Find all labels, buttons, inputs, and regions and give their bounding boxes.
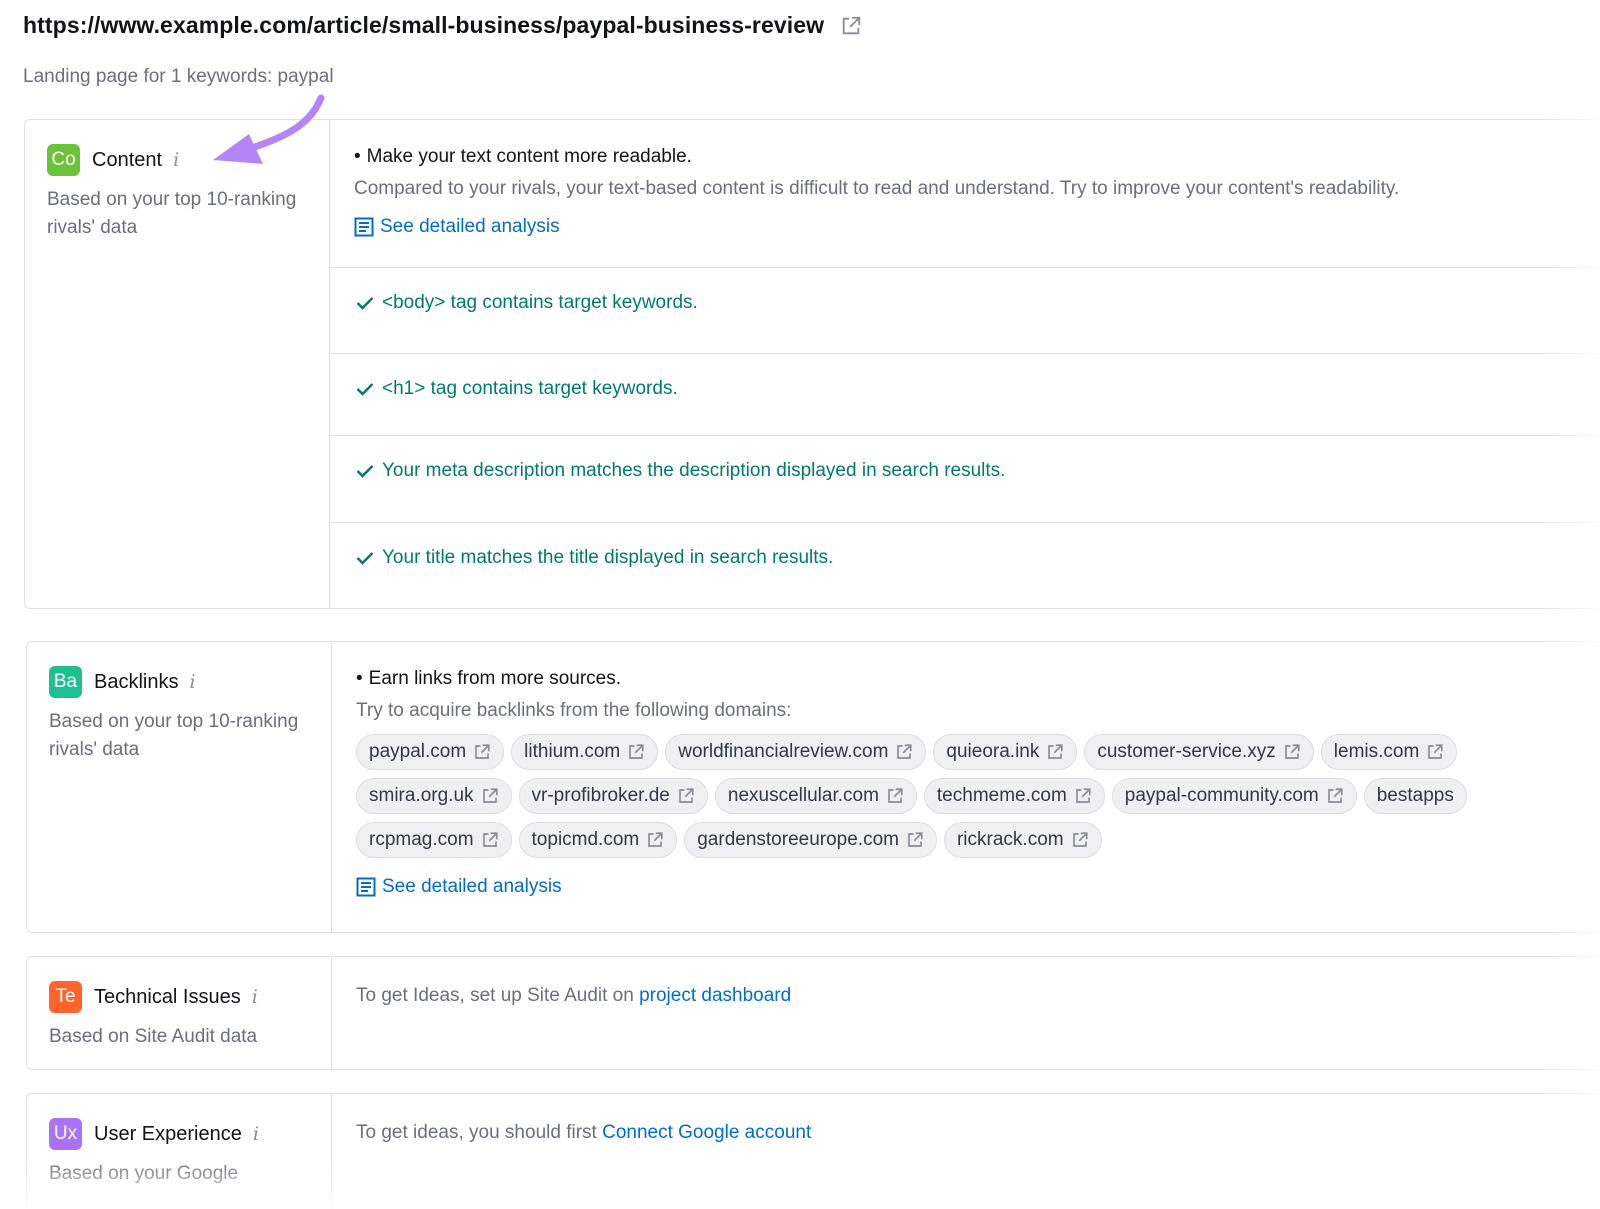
external-link-icon xyxy=(1284,744,1300,759)
external-link-icon xyxy=(1048,744,1063,759)
info-icon[interactable]: i xyxy=(189,671,195,693)
domain-chip[interactable]: vr-profibroker.de xyxy=(518,778,708,814)
domain-chip-row: rcpmag.com topicmd.com gardenstoreeurope… xyxy=(356,822,1600,858)
domain-chip[interactable]: nexuscellular.com xyxy=(714,778,917,814)
check-item: <h1> tag contains target keywords. xyxy=(330,354,1600,436)
technical-category-name: Technical Issues xyxy=(94,985,241,1008)
idea-description: Compared to your rivals, your text-based… xyxy=(354,178,1400,199)
info-icon[interactable]: i xyxy=(173,149,179,171)
domain-chip[interactable]: gardenstoreeurope.com xyxy=(684,822,937,858)
check-item: <body> tag contains target keywords. xyxy=(330,268,1600,354)
info-icon[interactable]: i xyxy=(253,1123,259,1145)
see-detailed-analysis-link[interactable]: See detailed analysis xyxy=(354,216,1600,238)
idea-description: Try to acquire backlinks from the follow… xyxy=(356,700,792,721)
external-link-icon xyxy=(648,832,663,847)
google-connect-message: To get ideas, you should first Connect G… xyxy=(356,1122,812,1143)
external-link-icon xyxy=(897,744,912,759)
annotation-arrow xyxy=(213,94,325,164)
ux-badge: Ux xyxy=(49,1118,82,1150)
domain-chip[interactable]: paypal-community.com xyxy=(1111,778,1357,814)
see-detailed-analysis-link[interactable]: See detailed analysis xyxy=(356,876,1600,898)
technical-ideas: To get Ideas, set up Site Audit on proje… xyxy=(332,957,1600,1069)
backlinks-badge: Ba xyxy=(49,666,82,698)
content-idea-readability: Make your text content more readable. Co… xyxy=(330,120,1600,268)
content-card: Co Content i Based on your top 10-rankin… xyxy=(24,119,1600,609)
external-link-icon xyxy=(1072,832,1088,847)
domain-chip[interactable]: lemis.com xyxy=(1320,734,1458,770)
site-audit-message: To get Ideas, set up Site Audit on proje… xyxy=(356,985,792,1006)
domain-chip-row: smira.org.uk vr-profibroker.de nexuscell… xyxy=(356,778,1600,814)
content-category-desc: Based on your top 10-ranking rivals' dat… xyxy=(47,189,297,238)
external-link-icon xyxy=(1327,788,1343,803)
document-icon xyxy=(354,217,374,237)
domain-chip[interactable]: techmeme.com xyxy=(923,778,1105,814)
check-icon xyxy=(356,465,374,478)
idea-title: Earn links from more sources. xyxy=(356,668,1600,690)
check-item: Your meta description matches the descri… xyxy=(330,436,1600,523)
backlinks-card: Ba Backlinks i Based on your top 10-rank… xyxy=(26,641,1600,933)
ux-category-name: User Experience xyxy=(94,1122,242,1145)
connect-google-account-link[interactable]: Connect Google account xyxy=(602,1122,811,1143)
backlinks-ideas: Earn links from more sources. Try to acq… xyxy=(332,642,1600,932)
backlinks-category-desc: Based on your top 10-ranking rivals' dat… xyxy=(49,711,299,760)
external-link-icon xyxy=(482,788,498,803)
domain-chip[interactable]: topicmd.com xyxy=(518,822,678,858)
external-link-icon xyxy=(679,788,694,803)
check-icon xyxy=(356,552,374,565)
technical-category-desc: Based on Site Audit data xyxy=(49,1026,258,1047)
domain-chip[interactable]: customer-service.xyz xyxy=(1084,734,1314,770)
domain-chip[interactable]: bestapps xyxy=(1363,778,1467,814)
external-link-icon[interactable] xyxy=(840,15,862,37)
external-link-icon xyxy=(1428,744,1443,759)
check-icon xyxy=(356,383,374,396)
landing-page-subtitle: Landing page for 1 keywords: paypal xyxy=(23,66,334,87)
domain-chip[interactable]: smira.org.uk xyxy=(356,778,512,814)
document-icon xyxy=(356,877,376,897)
external-link-icon xyxy=(888,788,903,803)
check-icon xyxy=(356,297,374,310)
page-url: https://www.example.com/article/small-bu… xyxy=(23,12,825,38)
domain-chip[interactable]: quieora.ink xyxy=(933,734,1078,770)
domain-chip[interactable]: lithium.com xyxy=(511,734,659,770)
check-item: Your title matches the title displayed i… xyxy=(330,523,1600,609)
external-link-icon xyxy=(1075,788,1091,803)
ux-category-panel: Ux User Experience i Based on your Googl… xyxy=(27,1094,332,1209)
domain-chip[interactable]: rickrack.com xyxy=(943,822,1102,858)
external-link-icon xyxy=(908,832,923,847)
external-link-icon xyxy=(475,744,490,759)
info-icon[interactable]: i xyxy=(252,986,258,1008)
ux-card: Ux User Experience i Based on your Googl… xyxy=(26,1093,1600,1209)
project-dashboard-link[interactable]: project dashboard xyxy=(639,985,791,1006)
content-badge: Co xyxy=(47,144,80,176)
content-category-panel: Co Content i Based on your top 10-rankin… xyxy=(25,120,330,608)
technical-badge: Te xyxy=(49,981,82,1013)
technical-card: Te Technical Issues i Based on Site Audi… xyxy=(26,956,1600,1070)
content-category-name: Content xyxy=(92,148,163,171)
technical-category-panel: Te Technical Issues i Based on Site Audi… xyxy=(27,957,332,1069)
backlinks-category-name: Backlinks xyxy=(94,670,179,693)
external-link-icon xyxy=(482,832,498,847)
external-link-icon xyxy=(629,744,644,759)
ux-category-desc: Based on your Google xyxy=(49,1163,239,1184)
page-url-row: https://www.example.com/article/small-bu… xyxy=(23,12,862,39)
domain-chip[interactable]: worldfinancialreview.com xyxy=(665,734,927,770)
domain-chip-row: paypal.com lithium.com worldfinancialrev… xyxy=(356,734,1600,770)
backlinks-category-panel: Ba Backlinks i Based on your top 10-rank… xyxy=(27,642,332,932)
idea-title: Make your text content more readable. xyxy=(354,146,1600,168)
ux-ideas: To get ideas, you should first Connect G… xyxy=(332,1094,1600,1209)
domain-chip[interactable]: rcpmag.com xyxy=(356,822,512,858)
content-ideas: Make your text content more readable. Co… xyxy=(330,120,1600,608)
domain-chip[interactable]: paypal.com xyxy=(356,734,505,770)
